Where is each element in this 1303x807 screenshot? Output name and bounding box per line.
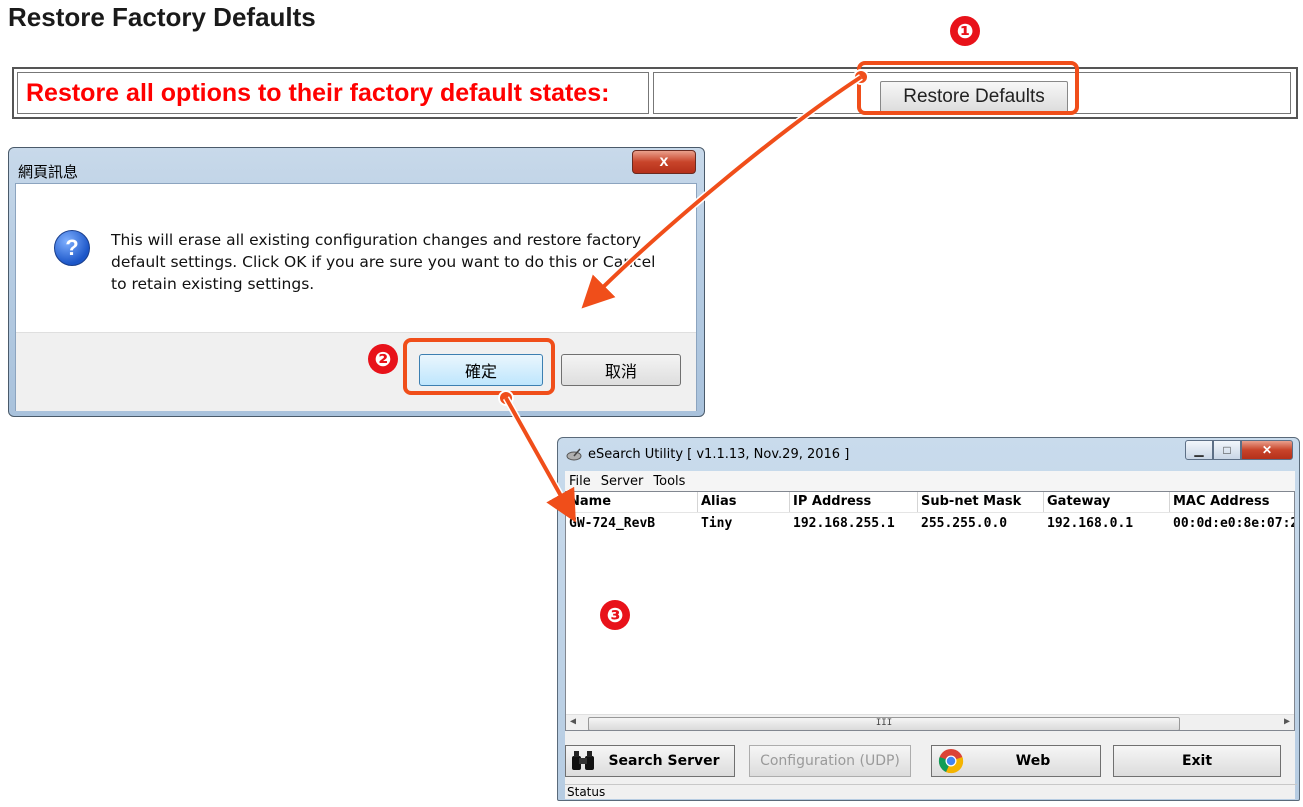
- esearch-app-icon: [566, 448, 582, 461]
- web-label: Web: [1015, 753, 1051, 769]
- scroll-thumb[interactable]: III: [588, 717, 1180, 730]
- column-header-subnet[interactable]: Sub-net Mask: [918, 492, 1044, 512]
- cell-ip: 192.168.255.1: [793, 516, 895, 531]
- column-header-mac[interactable]: MAC Address: [1170, 492, 1294, 512]
- menu-tools[interactable]: Tools: [649, 471, 691, 491]
- esearch-title: eSearch Utility [ v1.1.13, Nov.29, 2016 …: [588, 447, 850, 462]
- horizontal-scrollbar[interactable]: ◀ III ▶: [566, 714, 1294, 730]
- dialog-close-button[interactable]: x: [632, 150, 696, 174]
- menu-server[interactable]: Server: [597, 471, 650, 491]
- exit-button[interactable]: Exit: [1113, 745, 1281, 777]
- menu-bar: File Server Tools: [565, 471, 1295, 491]
- page-title: Restore Factory Defaults: [8, 2, 316, 32]
- menu-file[interactable]: File: [565, 471, 597, 491]
- binoculars-icon: [572, 751, 594, 770]
- question-icon: ?: [54, 230, 90, 266]
- esearch-window: eSearch Utility [ v1.1.13, Nov.29, 2016 …: [557, 437, 1300, 801]
- cell-mac: 00:0d:e0:8e:07:24: [1173, 516, 1295, 531]
- step-badge-3: ❸: [600, 600, 630, 630]
- scroll-left-icon[interactable]: ◀: [570, 716, 576, 727]
- minimize-button[interactable]: ▁: [1185, 440, 1213, 460]
- ok-button-highlight: [403, 338, 555, 395]
- step-badge-2: ❷: [368, 344, 398, 374]
- web-button[interactable]: Web: [931, 745, 1101, 777]
- cell-alias: Tiny: [701, 516, 733, 531]
- maximize-button[interactable]: □: [1213, 440, 1241, 460]
- cell-subnet: 255.255.0.0: [921, 516, 1008, 531]
- column-header-ip[interactable]: IP Address: [790, 492, 918, 512]
- restore-label: Restore all options to their factory def…: [26, 79, 610, 107]
- esearch-client: File Server Tools Name Alias IP Address …: [565, 471, 1297, 800]
- column-header-gateway[interactable]: Gateway: [1044, 492, 1170, 512]
- restore-table: Restore all options to their factory def…: [12, 67, 1298, 119]
- search-server-label: Search Server: [608, 753, 720, 769]
- search-server-button[interactable]: Search Server: [565, 745, 735, 777]
- restore-button-highlight: [857, 61, 1079, 115]
- column-header-name[interactable]: Name: [566, 492, 698, 512]
- status-bar: Status: [565, 784, 1297, 800]
- dialog-title: 網頁訊息: [18, 163, 79, 181]
- step-badge-1: ❶: [950, 16, 980, 46]
- server-list[interactable]: Name Alias IP Address Sub-net Mask Gatew…: [565, 491, 1295, 731]
- esearch-close-button[interactable]: ✕: [1241, 440, 1293, 460]
- column-header-alias[interactable]: Alias: [698, 492, 790, 512]
- dialog-cancel-button[interactable]: 取消: [561, 354, 681, 386]
- chrome-icon: [938, 749, 964, 774]
- list-header: Name Alias IP Address Sub-net Mask Gatew…: [566, 492, 1294, 513]
- dialog-message: This will erase all existing configurati…: [111, 231, 656, 293]
- cell-name: GW-724_RevB: [569, 516, 656, 531]
- cell-gateway: 192.168.0.1: [1047, 516, 1134, 531]
- restore-label-cell: Restore all options to their factory def…: [17, 72, 649, 114]
- configuration-udp-button[interactable]: Configuration (UDP): [749, 745, 911, 777]
- scroll-right-icon[interactable]: ▶: [1284, 716, 1290, 727]
